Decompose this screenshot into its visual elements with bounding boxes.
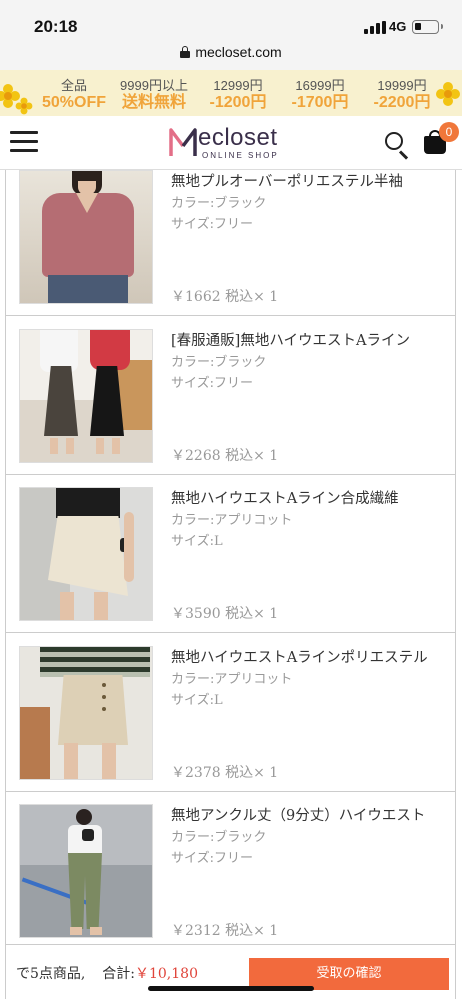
site-logo[interactable]: ecloset ONLINE SHOP [168,124,292,163]
product-image[interactable] [19,329,153,463]
product-name[interactable]: 無地アンクル丈（9分丈）ハイウエスト [171,804,439,825]
order-item-list[interactable]: 無地プルオーバーポリエステル半袖 カラー:ブラック サイズ:フリー ￥1662 … [5,170,456,944]
cart-count-badge: 0 [439,122,459,142]
url-bar[interactable]: mecloset.com [0,40,462,70]
site-header: ecloset ONLINE SHOP 0 [0,116,462,170]
product-price: ￥3590 税込× 1 [171,606,279,622]
battery-icon [412,20,443,34]
product-name[interactable]: 無地ハイウエストAライン合成繊維 [171,487,439,508]
network-label: 4G [389,19,407,34]
hamburger-menu-icon[interactable] [10,131,38,153]
product-price: ￥2268 税込× 1 [171,448,279,464]
product-color: カラー:ブラック [171,355,267,370]
list-item[interactable]: 無地ハイウエストAラインポリエステル カラー:アプリコット サイズ:L ￥237… [6,634,455,792]
lock-icon [180,46,191,58]
list-item[interactable]: 無地アンクル丈（9分丈）ハイウエスト カラー:ブラック サイズ:フリー ￥231… [6,792,455,944]
url-text: mecloset.com [195,44,282,60]
product-size: サイズ:フリー [171,217,253,232]
list-item[interactable]: 無地ハイウエストAライン合成繊維 カラー:アプリコット サイズ:L ￥3590 … [6,475,455,633]
cart-button[interactable]: 0 [424,122,459,158]
product-name[interactable]: 無地プルオーバーポリエステル半袖 [171,170,439,191]
logo-m-mark [169,128,197,156]
list-item[interactable]: [春服通販]無地ハイウエストAライン カラー:ブラック サイズ:フリー ￥226… [6,317,455,475]
product-name[interactable]: [春服通販]無地ハイウエストAライン [171,329,439,350]
product-size: サイズ:フリー [171,376,253,391]
product-color: カラー:ブラック [171,830,267,845]
product-size: サイズ:L [171,534,223,549]
status-bar: 20:18 4G [0,0,462,40]
promo-col-1: 全品 50%OFF [41,78,106,111]
promo-banner[interactable]: 全品 50%OFF 9999円以上 送料無料 12999円 -1200円 169… [0,70,462,116]
flower-icon [15,97,33,115]
total-label: 合計: [102,966,135,982]
product-image[interactable] [19,487,153,621]
product-size: サイズ:L [171,693,223,708]
product-price: ￥1662 税込× 1 [171,289,279,305]
order-summary: で5点商品, 合計:￥10,180 [16,963,198,983]
promo-col-2: 9999円以上 送料無料 [120,78,188,111]
product-price: ￥2312 税込× 1 [171,923,279,939]
promo-col-3: 12999円 -1200円 [209,78,267,111]
home-indicator[interactable] [148,986,314,991]
product-price: ￥2378 税込× 1 [171,765,279,781]
product-color: カラー:アプリコット [171,513,293,528]
status-time: 20:18 [34,17,78,36]
promo-col-5: 19999円 -2200円 [373,78,431,111]
product-image[interactable] [19,170,153,304]
signal-icon [364,21,386,34]
total-amount: ￥10,180 [134,966,198,982]
item-count-text: で5点商品, [16,966,86,982]
product-name[interactable]: 無地ハイウエストAラインポリエステル [171,646,439,667]
list-item[interactable]: 無地プルオーバーポリエステル半袖 カラー:ブラック サイズ:フリー ￥1662 … [6,170,455,316]
product-color: カラー:ブラック [171,196,267,211]
promo-col-4: 16999円 -1700円 [291,78,349,111]
logo-subtitle: ONLINE SHOP [202,151,279,160]
product-image[interactable] [19,804,153,938]
product-size: サイズ:フリー [171,851,253,866]
logo-text: ecloset [198,124,278,151]
product-color: カラー:アプリコット [171,672,293,687]
search-icon[interactable] [385,132,411,160]
product-image[interactable] [19,646,153,780]
